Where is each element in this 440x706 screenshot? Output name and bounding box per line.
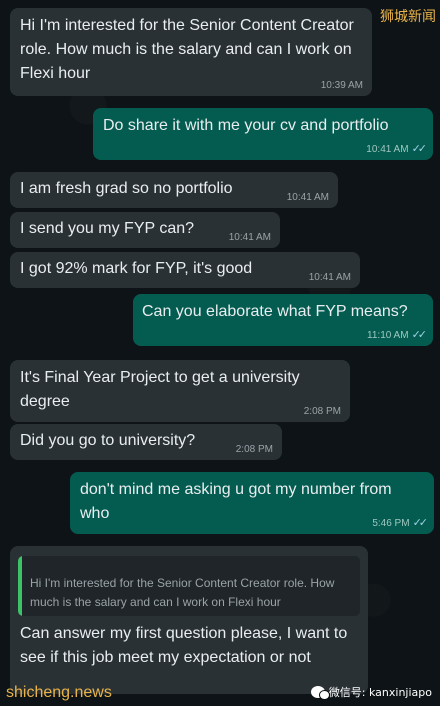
wechat-id: 微信号: kanxinjiapo <box>328 686 432 699</box>
message-text: I got 92% mark for FYP, it's good <box>20 260 253 277</box>
watermark-wechat: 微信号: kanxinjiapo <box>310 684 432 700</box>
double-check-icon: ✓✓ <box>411 329 428 341</box>
message-bubble-incoming[interactable]: I am fresh grad so no portfolio 10:41 AM <box>10 172 338 208</box>
message-time: 11:10 AM ✓✓ <box>367 329 428 341</box>
message-time: 10:41 AM ✓✓ <box>366 143 428 155</box>
double-check-icon: ✓✓ <box>411 143 428 155</box>
message-bubble-incoming[interactable]: I got 92% mark for FYP, it's good 10:41 … <box>10 252 360 288</box>
message-time: 10:39 AM <box>320 80 363 91</box>
message-text: It's Final Year Project to get a univers… <box>20 369 305 410</box>
message-text: I am fresh grad so no portfolio <box>20 180 233 197</box>
wechat-icon <box>310 686 330 700</box>
message-bubble-incoming[interactable]: It's Final Year Project to get a univers… <box>10 360 350 422</box>
message-time: 10:41 AM <box>308 272 351 283</box>
message-time: 10:41 AM <box>286 192 329 203</box>
message-bubble-outgoing[interactable]: Can you elaborate what FYP means? 11:10 … <box>133 294 433 346</box>
message-bubble-incoming-reply[interactable]: Hi I'm interested for the Senior Content… <box>10 546 368 694</box>
message-text: Can answer my first question please, I w… <box>20 625 352 666</box>
quoted-message[interactable]: Hi I'm interested for the Senior Content… <box>18 556 360 616</box>
message-time: 10:41 AM <box>228 232 271 243</box>
message-text: Did you go to university? <box>20 432 196 449</box>
message-text: Do share it with me your cv and portfoli… <box>103 117 389 134</box>
watermark-brand: 狮城新闻 <box>380 9 436 25</box>
message-time: 2:08 PM <box>235 444 273 455</box>
message-text: Hi I'm interested for the Senior Content… <box>20 17 359 82</box>
quoted-message-text: Hi I'm interested for the Senior Content… <box>30 576 335 609</box>
message-bubble-incoming[interactable]: I send you my FYP can? 10:41 AM <box>10 212 280 248</box>
message-time: 5:46 PM ✓✓ <box>372 517 429 529</box>
quote-accent-bar <box>18 556 22 616</box>
message-text: Can you elaborate what FYP means? <box>142 303 408 320</box>
double-check-icon: ✓✓ <box>412 517 429 529</box>
watermark-site: shicheng.news <box>6 684 112 701</box>
message-bubble-incoming[interactable]: Did you go to university? 2:08 PM <box>10 424 282 460</box>
message-bubble-outgoing[interactable]: don't mind me asking u got my number fro… <box>70 472 434 534</box>
message-bubble-incoming[interactable]: Hi I'm interested for the Senior Content… <box>10 8 372 96</box>
message-bubble-outgoing[interactable]: Do share it with me your cv and portfoli… <box>93 108 433 160</box>
message-time: 2:08 PM <box>303 406 341 417</box>
